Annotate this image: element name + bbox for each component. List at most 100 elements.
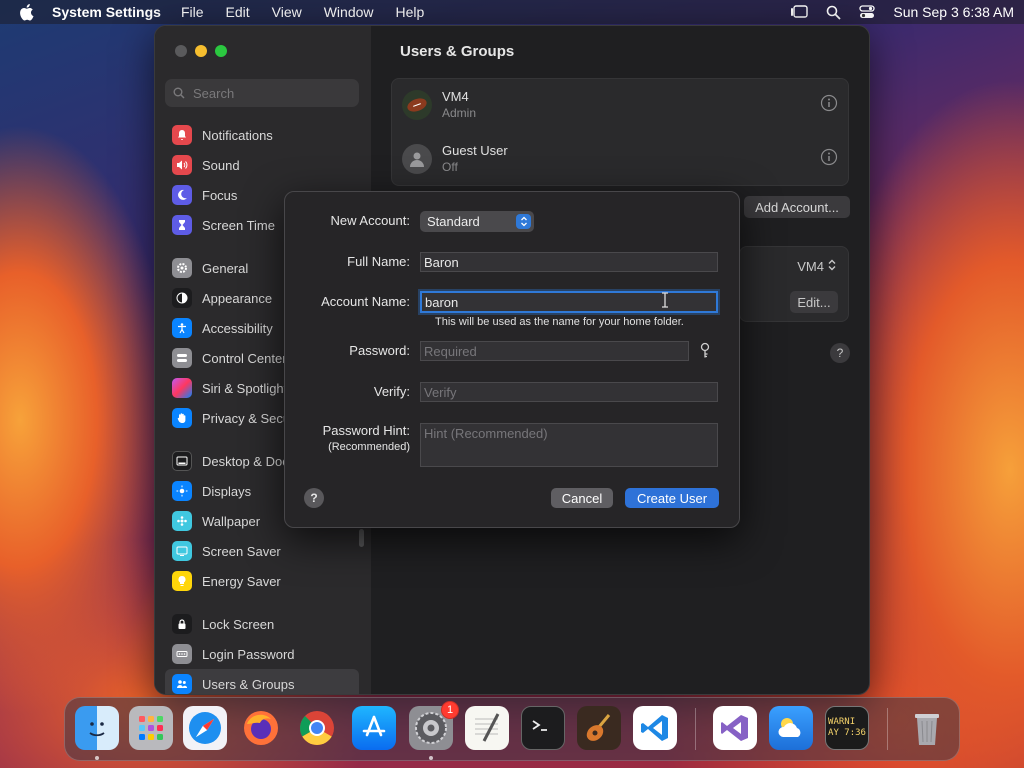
edit-menu[interactable]: Edit — [226, 4, 250, 20]
wallpaper-icon — [172, 511, 192, 531]
visual-studio-icon[interactable] — [713, 706, 757, 750]
verify-label: Verify: — [373, 384, 410, 399]
password-label: Password: — [349, 343, 410, 358]
sidebar-item-label: Screen Time — [202, 217, 275, 233]
launchpad-icon[interactable] — [129, 706, 173, 750]
info-icon[interactable] — [820, 148, 838, 169]
console-icon[interactable]: WARNI AY 7:36 — [825, 706, 869, 750]
full-name-label: Full Name: — [347, 254, 410, 269]
menubar-clock[interactable]: Sun Sep 3 6:38 AM — [893, 4, 1014, 20]
text-cursor-icon — [661, 292, 669, 311]
verify-field[interactable] — [420, 382, 718, 402]
sidebar-item-label: Displays — [202, 483, 252, 499]
sidebar-item-label: Focus — [202, 187, 238, 203]
sidebar-item-users-groups[interactable]: Users & Groups — [165, 669, 359, 694]
user-row-vm4[interactable]: VM4 Admin — [402, 89, 838, 120]
new-account-label: New Account: — [330, 213, 411, 228]
app-store-icon[interactable] — [352, 706, 396, 750]
accessibility-icon — [172, 318, 192, 338]
cancel-button[interactable]: Cancel — [551, 488, 613, 508]
app-name-menu[interactable]: System Settings — [52, 4, 161, 20]
football-avatar-icon — [402, 89, 432, 120]
user-role: Off — [442, 160, 458, 174]
person-avatar-icon — [402, 143, 432, 174]
sidebar-item-label: Desktop & Dock — [202, 453, 296, 469]
sidebar-item-energy-saver[interactable]: Energy Saver — [165, 566, 359, 596]
account-name-field[interactable] — [420, 291, 718, 313]
hourglass-icon — [172, 215, 192, 235]
user-role: Admin — [442, 106, 477, 120]
password-hint-sublabel: (Recommended) — [328, 441, 410, 453]
sidebar-item-screen-saver[interactable]: Screen Saver — [165, 536, 359, 566]
chrome-icon[interactable] — [295, 706, 339, 750]
key-icon[interactable] — [699, 342, 711, 363]
menu-bar: System Settings File Edit View Window He… — [0, 0, 1024, 24]
password-hint-label: Password Hint: — [322, 423, 410, 438]
sidebar-item-label: Users & Groups — [202, 676, 295, 692]
password-hint-field[interactable] — [420, 423, 718, 467]
console-line: AY 7:36 — [828, 728, 866, 738]
password-field[interactable] — [420, 341, 689, 361]
sidebar-item-label: Appearance — [202, 290, 273, 306]
auto-login-select[interactable]: VM4 — [797, 259, 836, 274]
sidebar-search-field[interactable]: Search — [165, 79, 359, 107]
auto-login-value: VM4 — [797, 259, 824, 274]
account-name-label: Account Name: — [321, 294, 410, 309]
file-menu[interactable]: File — [181, 4, 204, 20]
gear-icon — [172, 258, 192, 278]
account-type-popup[interactable]: Standard — [420, 211, 534, 232]
chevron-updown-icon — [828, 259, 836, 274]
control-center-icon[interactable] — [859, 5, 876, 19]
siri-icon — [172, 378, 192, 398]
speaker-icon — [172, 155, 192, 175]
sidebar-item-label: Notifications — [202, 127, 273, 143]
sidebar-item-notifications[interactable]: Notifications — [165, 120, 359, 150]
notification-badge: 1 — [441, 701, 459, 719]
appearance-icon — [172, 288, 192, 308]
window-menu[interactable]: Window — [324, 4, 374, 20]
add-account-button[interactable]: Add Account... — [744, 196, 850, 218]
full-name-field[interactable] — [420, 252, 718, 272]
dialog-help-button[interactable]: ? — [304, 488, 324, 508]
users-list-panel: VM4 Admin Guest User Off — [391, 78, 849, 186]
minimize-window-button[interactable] — [195, 45, 207, 57]
textedit-icon[interactable] — [465, 706, 509, 750]
sidebar-item-label: Login Password — [202, 646, 295, 662]
page-title: Users & Groups — [400, 43, 515, 60]
safari-icon[interactable] — [183, 706, 227, 750]
zoom-window-button[interactable] — [215, 45, 227, 57]
close-window-button[interactable] — [175, 45, 187, 57]
weather-icon[interactable] — [769, 706, 813, 750]
sidebar-item-login-password[interactable]: Login Password — [165, 639, 359, 669]
moon-icon — [172, 185, 192, 205]
login-options-panel: VM4 Edit... — [739, 246, 849, 322]
garageband-icon[interactable] — [577, 706, 621, 750]
info-icon[interactable] — [820, 94, 838, 115]
sidebar-scrollbar[interactable] — [359, 529, 364, 547]
sidebar-item-label: Energy Saver — [202, 573, 281, 589]
account-type-value: Standard — [427, 214, 480, 229]
help-menu[interactable]: Help — [396, 4, 425, 20]
spotlight-search-icon[interactable] — [826, 5, 841, 20]
create-user-button[interactable]: Create User — [625, 488, 719, 508]
password-icon — [172, 644, 192, 664]
sidebar-item-lock-screen[interactable]: Lock Screen — [165, 609, 359, 639]
stage-manager-icon[interactable] — [790, 5, 809, 19]
firefox-icon[interactable] — [239, 706, 283, 750]
edit-button[interactable]: Edit... — [790, 291, 838, 313]
chevron-updown-icon — [516, 214, 531, 229]
search-placeholder: Search — [193, 85, 235, 101]
lock-icon — [172, 614, 192, 634]
trash-icon[interactable] — [905, 706, 949, 750]
help-button[interactable]: ? — [830, 343, 850, 363]
vscode-icon[interactable] — [633, 706, 677, 750]
sidebar-item-label: Wallpaper — [202, 513, 261, 529]
bell-icon — [172, 125, 192, 145]
view-menu[interactable]: View — [272, 4, 302, 20]
hand-icon — [172, 408, 192, 428]
user-row-guest[interactable]: Guest User Off — [402, 143, 838, 174]
sidebar-item-sound[interactable]: Sound — [165, 150, 359, 180]
apple-menu-icon[interactable] — [18, 3, 36, 21]
finder-icon[interactable] — [75, 706, 119, 750]
terminal-icon[interactable] — [521, 706, 565, 750]
